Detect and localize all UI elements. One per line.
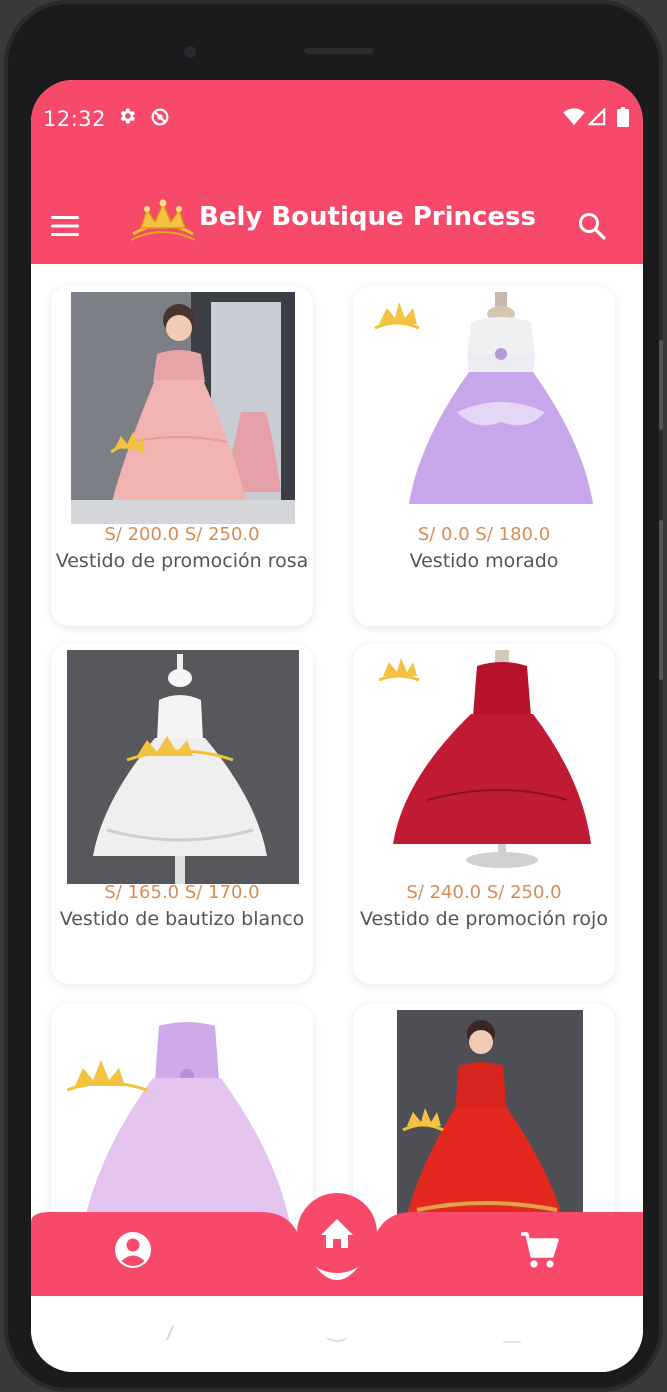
cellular-signal-icon bbox=[587, 107, 606, 130]
product-name: Vestido de promoción rojo bbox=[360, 908, 608, 930]
search-icon[interactable] bbox=[576, 210, 608, 242]
cart-icon[interactable] bbox=[517, 1228, 561, 1276]
product-name: Vestido morado bbox=[409, 550, 559, 572]
product-name: Vestido de bautizo blanco bbox=[59, 908, 305, 930]
menu-icon[interactable] bbox=[49, 212, 81, 240]
product-image bbox=[71, 292, 295, 524]
app-screen: 12:32 Bely Boutique Princess S/ 200.0 S/… bbox=[31, 80, 643, 1372]
earpiece-speaker bbox=[304, 48, 374, 54]
product-card[interactable]: S/ 165.0 S/ 170.0 Vestido de bautizo bla… bbox=[51, 644, 313, 984]
front-camera bbox=[184, 46, 196, 58]
product-image bbox=[67, 650, 299, 884]
status-time: 12:32 bbox=[43, 107, 107, 131]
sync-disabled-icon bbox=[149, 106, 171, 132]
product-card[interactable]: S/ 200.0 S/ 250.0 Vestido de promoción r… bbox=[51, 286, 313, 626]
home-gesture[interactable] bbox=[326, 1337, 348, 1342]
crown-logo bbox=[127, 198, 199, 244]
product-price: S/ 200.0 S/ 250.0 bbox=[104, 524, 260, 545]
product-price: S/ 240.0 S/ 250.0 bbox=[406, 882, 562, 903]
system-navigation-bar bbox=[31, 1296, 643, 1372]
product-card[interactable]: S/ 240.0 S/ 250.0 Vestido de promoción r… bbox=[353, 644, 615, 984]
app-title: Bely Boutique Princess bbox=[199, 202, 536, 232]
gear-icon bbox=[117, 106, 137, 130]
product-price: S/ 165.0 S/ 170.0 bbox=[104, 882, 260, 903]
product-image bbox=[367, 650, 601, 884]
app-bar: 12:32 Bely Boutique Princess bbox=[31, 80, 643, 264]
product-image bbox=[367, 292, 601, 524]
home-button[interactable] bbox=[297, 1193, 377, 1273]
status-bar: 12:32 bbox=[31, 80, 643, 152]
product-price: S/ 0.0 S/ 180.0 bbox=[417, 524, 551, 545]
back-gesture[interactable] bbox=[166, 1325, 174, 1341]
phone-frame: 12:32 Bely Boutique Princess S/ 200.0 S/… bbox=[4, 0, 663, 1392]
product-card[interactable]: S/ 0.0 S/ 180.0 Vestido morado bbox=[353, 286, 615, 626]
account-circle-icon[interactable] bbox=[113, 1230, 153, 1274]
wifi-icon bbox=[563, 108, 585, 130]
toolbar: Bely Boutique Princess bbox=[31, 190, 643, 254]
battery-icon bbox=[617, 107, 629, 131]
product-name: Vestido de promoción rosa bbox=[55, 550, 309, 572]
power-button bbox=[659, 520, 663, 680]
home-icon bbox=[321, 1219, 353, 1248]
volume-button bbox=[659, 340, 663, 430]
